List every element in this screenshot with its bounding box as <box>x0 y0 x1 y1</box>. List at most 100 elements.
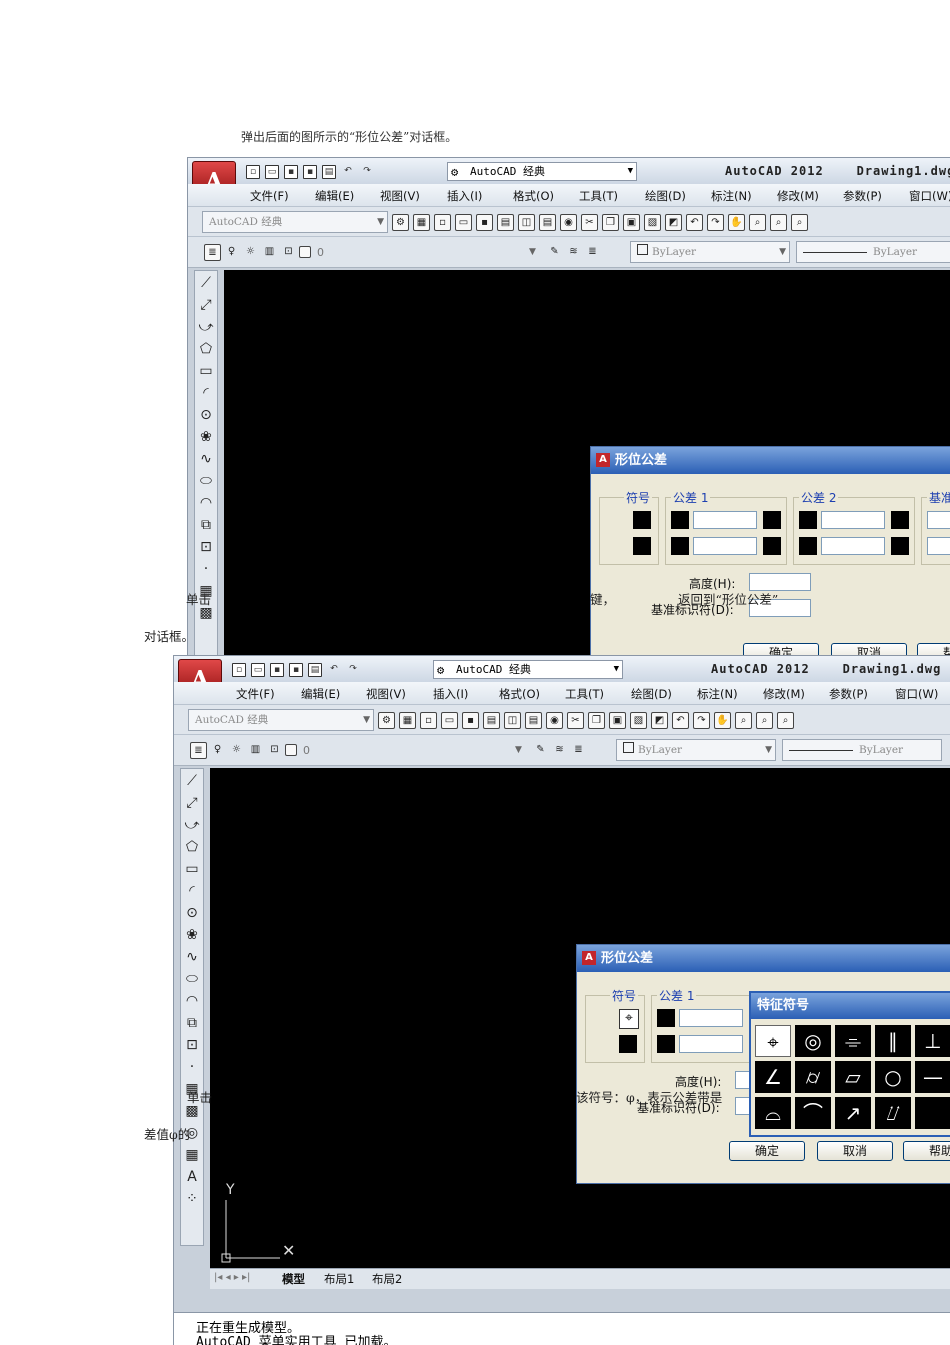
menu-edit[interactable]: 编辑(E) <box>315 188 354 204</box>
save-icon[interactable]: ▪ <box>462 711 479 729</box>
symbol-surface-profile[interactable]: ⌓ <box>755 1097 791 1129</box>
print-icon[interactable]: ▤ <box>322 164 336 179</box>
menu-insert[interactable]: 插入(I) <box>433 686 468 702</box>
ellipse-icon[interactable]: ⬭ <box>182 969 202 989</box>
material-box-2[interactable] <box>763 537 781 555</box>
mtext-icon[interactable]: A <box>182 1167 202 1187</box>
symbol-box-1[interactable]: ⌖ <box>619 1009 639 1029</box>
point-icon[interactable]: · <box>196 559 216 579</box>
tolerance2-value-1[interactable] <box>821 511 885 529</box>
tab-layout1[interactable]: 布局1 <box>324 1271 354 1287</box>
workspace-select[interactable]: ⚙ AutoCAD 经典 ▼ <box>433 660 623 679</box>
new-icon[interactable]: ▫ <box>246 164 260 179</box>
print-icon[interactable]: ▤ <box>497 213 514 231</box>
symbol-symmetry[interactable]: ⌯ <box>835 1025 871 1057</box>
spline-icon[interactable]: ∿ <box>182 947 202 967</box>
diameter-box-2[interactable] <box>671 537 689 555</box>
matchprop-icon[interactable]: ▧ <box>630 711 647 729</box>
publish-icon[interactable]: ▤ <box>525 711 542 729</box>
line-icon[interactable]: ⟋ <box>196 273 216 293</box>
menu-modify[interactable]: 修改(M) <box>777 188 819 204</box>
symbol-circularity[interactable]: ○ <box>875 1061 911 1093</box>
rectangle-icon[interactable]: ▭ <box>196 361 216 381</box>
menu-draw[interactable]: 绘图(D) <box>631 686 672 702</box>
chevron-down-icon[interactable]: ▼ <box>515 745 522 755</box>
symbol-cylindricity[interactable]: ⌭ <box>795 1061 831 1093</box>
table-icon[interactable]: ▦ <box>182 1145 202 1165</box>
settings-icon[interactable]: ⚙ <box>378 711 395 729</box>
new-icon[interactable]: ▫ <box>434 213 451 231</box>
undo-icon[interactable]: ↶ <box>686 213 703 231</box>
menu-format[interactable]: 格式(O) <box>499 686 540 702</box>
material-box-4[interactable] <box>891 537 909 555</box>
workspace-select[interactable]: ⚙ AutoCAD 经典 ▼ <box>447 162 637 181</box>
add-selected-icon[interactable]: ⁘ <box>182 1189 202 1209</box>
material-box-1[interactable] <box>763 511 781 529</box>
cut-icon[interactable]: ✂ <box>567 711 584 729</box>
save-icon[interactable]: ▪ <box>284 164 298 179</box>
point-icon[interactable]: · <box>182 1057 202 1077</box>
tab-layout2[interactable]: 布局2 <box>372 1271 402 1287</box>
symbol-perpendicularity[interactable]: ⊥ <box>915 1025 950 1057</box>
zoom-icon[interactable]: ⌕ <box>749 213 766 231</box>
open-icon[interactable]: ▭ <box>441 711 458 729</box>
copy-icon[interactable]: ❐ <box>602 213 619 231</box>
menu-edit[interactable]: 编辑(E) <box>301 686 340 702</box>
layer-previous-icon[interactable]: ≋ <box>551 742 568 759</box>
zoom-previous-icon[interactable]: ⌕ <box>791 213 808 231</box>
arc-icon[interactable]: ◜ <box>182 881 202 901</box>
redo-icon[interactable]: ↷ <box>346 663 360 677</box>
layer-states-icon[interactable]: ≣ <box>570 742 587 759</box>
help-button[interactable]: 帮助 <box>903 1141 950 1161</box>
diameter-box-3[interactable] <box>799 511 817 529</box>
ellipse-arc-icon[interactable]: ◠ <box>196 493 216 513</box>
make-block-icon[interactable]: ⊡ <box>196 537 216 557</box>
symbol-flatness[interactable]: ▱ <box>835 1061 871 1093</box>
menu-dimension[interactable]: 标注(N) <box>697 686 738 702</box>
redo-icon[interactable]: ↷ <box>693 711 710 729</box>
print-icon[interactable]: ▤ <box>308 662 322 677</box>
rectangle-icon[interactable]: ▭ <box>182 859 202 879</box>
undo-icon[interactable]: ↶ <box>672 711 689 729</box>
polygon-icon[interactable]: ⬠ <box>182 837 202 857</box>
settings-icon[interactable]: ⚙ <box>392 213 409 231</box>
layer-states-icon[interactable]: ≣ <box>584 244 601 261</box>
polyline-icon[interactable]: ⤻ <box>182 815 202 835</box>
spline-icon[interactable]: ∿ <box>196 449 216 469</box>
preview-icon[interactable]: ◫ <box>518 213 535 231</box>
new-icon[interactable]: ▫ <box>420 711 437 729</box>
symbol-straightness[interactable]: — <box>915 1061 950 1093</box>
workspace-combo[interactable]: AutoCAD 经典 ▼ <box>188 709 374 731</box>
open-icon[interactable]: ▭ <box>265 164 279 179</box>
symbol-box-2[interactable] <box>619 1035 637 1053</box>
make-block-icon[interactable]: ⊡ <box>182 1035 202 1055</box>
copy-icon[interactable]: ❐ <box>588 711 605 729</box>
open-icon[interactable]: ▭ <box>251 662 265 677</box>
preview-icon[interactable]: ◫ <box>504 711 521 729</box>
insert-block-icon[interactable]: ⧉ <box>182 1013 202 1033</box>
symbol-total-runout[interactable]: ⌰ <box>875 1097 911 1129</box>
diameter-box-1[interactable] <box>657 1009 675 1027</box>
paste-icon[interactable]: ▣ <box>623 213 640 231</box>
undo-icon[interactable]: ↶ <box>341 165 355 179</box>
symbol-angularity[interactable]: ∠ <box>755 1061 791 1093</box>
layer-make-current-icon[interactable]: ✎ <box>532 742 549 759</box>
menu-tools[interactable]: 工具(T) <box>579 188 618 204</box>
tolerance1-value-2[interactable] <box>679 1035 743 1053</box>
zoom-window-icon[interactable]: ⌕ <box>756 711 773 729</box>
block-icon[interactable]: ◩ <box>665 213 682 231</box>
tab-model[interactable]: 模型 <box>282 1271 305 1287</box>
menu-draw[interactable]: 绘图(D) <box>645 188 686 204</box>
menu-parametric[interactable]: 参数(P) <box>843 188 882 204</box>
tolerance2-value-2[interactable] <box>821 537 885 555</box>
tolerance1-value-1[interactable] <box>693 511 757 529</box>
polyline-icon[interactable]: ⤻ <box>196 317 216 337</box>
color-combo[interactable]: ByLayer ▼ <box>616 739 776 761</box>
cancel-button[interactable]: 取消 <box>817 1141 893 1161</box>
cut-icon[interactable]: ✂ <box>581 213 598 231</box>
menu-view[interactable]: 视图(V) <box>380 188 420 204</box>
diameter-box-2[interactable] <box>657 1035 675 1053</box>
symbol-box-2[interactable] <box>633 537 651 555</box>
construction-line-icon[interactable]: ⤢ <box>196 295 216 315</box>
menu-tools[interactable]: 工具(T) <box>565 686 604 702</box>
